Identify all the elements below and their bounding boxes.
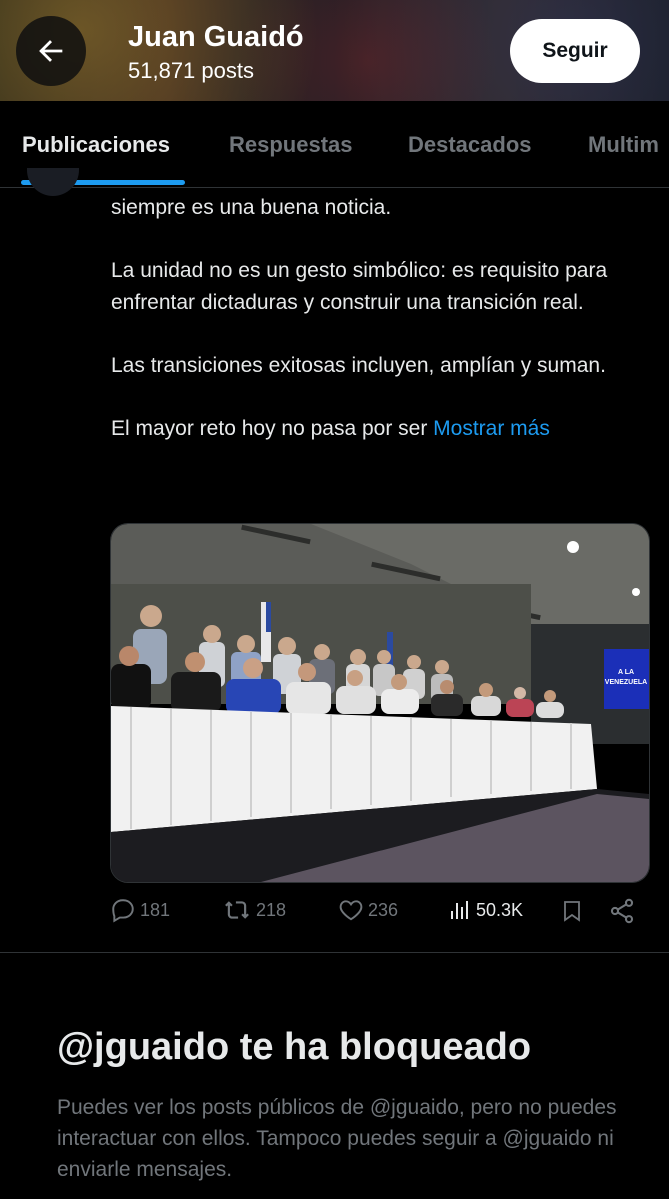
post-image[interactable]: A LA VENEZUELA [110,523,650,883]
post-text: siempre es una buena noticia. La unidad … [111,192,641,444]
reply-icon [112,899,134,923]
post-last-line: El mayor reto hoy no pasa por ser Mostra… [111,413,641,445]
repost-icon [225,901,249,919]
show-more-link[interactable]: Mostrar más [433,417,550,440]
follow-button[interactable]: Seguir [510,19,640,83]
tab-destacados[interactable]: Destacados [408,132,532,158]
bookmark-button[interactable] [560,897,584,925]
like-count: 236 [368,899,399,920]
views-count: 50.3K [476,899,524,920]
bookmark-icon [564,901,580,922]
press-conference-photo: A LA VENEZUELA [111,524,649,882]
repost-count: 218 [256,899,287,920]
blocked-message: Puedes ver los posts públicos de @jguaid… [57,1096,617,1181]
posts-count: 51,871 posts [128,58,254,83]
avatar[interactable] [27,168,79,196]
post-paragraph: La unidad no es un gesto simbólico: es r… [111,259,608,314]
profile-name: Juan Guaidó [128,21,304,53]
reply-count: 181 [140,899,171,920]
profile-header: Juan Guaidó 51,871 posts Seguir [0,0,669,101]
like-button[interactable]: 236 [338,897,398,923]
tab-publicaciones[interactable]: Publicaciones [22,132,170,158]
blocked-title: @jguaido te ha bloqueado [57,1026,532,1068]
heart-icon [339,900,363,921]
tab-multimedia[interactable]: Multim [588,132,659,158]
share-button[interactable] [608,897,636,925]
post-paragraph: Las transiciones exitosas incluyen, ampl… [111,353,606,377]
arrow-left-icon [39,40,63,62]
tab-respuestas[interactable]: Respuestas [229,132,353,158]
views-icon [451,901,468,919]
back-button[interactable] [16,16,86,86]
share-icon [610,898,634,924]
profile-tabs: Publicaciones Respuestas Destacados Mult… [0,101,669,188]
post-paragraph: siempre es una buena noticia. [111,196,392,219]
screen-text-line-1: A LA [618,669,634,676]
post-truncated-text: El mayor reto hoy no pasa por ser [111,416,428,440]
post-actions: 181 218 236 50.3K [110,897,650,929]
repost-button[interactable]: 218 [222,897,286,923]
reply-button[interactable]: 181 [110,897,170,923]
views-button[interactable]: 50.3K [448,897,523,923]
screen-text-line-2: VENEZUELA [605,679,647,686]
divider [0,952,669,953]
profile-title-block: Juan Guaidó 51,871 posts [128,20,304,84]
